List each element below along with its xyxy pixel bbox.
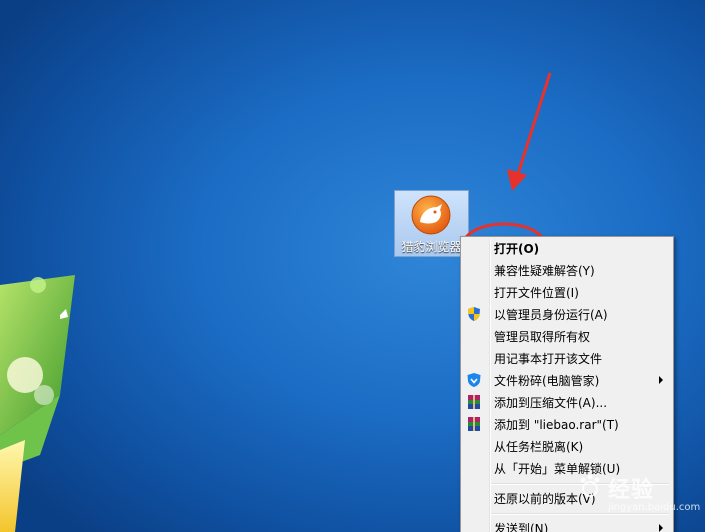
menu-item-unpin-start-menu[interactable]: 从「开始」菜单解锁(U) bbox=[463, 457, 671, 479]
menu-item-label: 用记事本打开该文件 bbox=[494, 352, 603, 366]
menu-divider bbox=[491, 483, 669, 485]
tencent-shield-icon bbox=[467, 373, 481, 387]
menu-item-open[interactable]: 打开(O) bbox=[463, 237, 671, 259]
uac-shield-icon bbox=[468, 307, 480, 321]
submenu-arrow-icon bbox=[659, 376, 663, 384]
desktop-shortcut-liebao[interactable]: 猎豹浏览器 bbox=[394, 190, 469, 257]
red-arrow-annotation bbox=[507, 72, 552, 191]
menu-item-label: 打开(O) bbox=[494, 242, 540, 256]
menu-item-label: 从任务栏脱离(K) bbox=[494, 440, 584, 454]
submenu-arrow-icon bbox=[659, 524, 663, 532]
winrar-icon bbox=[468, 395, 480, 409]
menu-item-open-with-notepad[interactable]: 用记事本打开该文件 bbox=[463, 347, 671, 369]
menu-item-label: 以管理员身份运行(A) bbox=[494, 308, 608, 322]
menu-divider bbox=[491, 513, 669, 515]
liebao-browser-icon bbox=[411, 195, 451, 235]
menu-item-label: 从「开始」菜单解锁(U) bbox=[494, 462, 621, 476]
context-menu: 打开(O) 兼容性疑难解答(Y) 打开文件位置(I) 以管理员身份运行(A) 管… bbox=[460, 236, 674, 532]
wallpaper-swoosh bbox=[0, 275, 75, 532]
menu-item-open-file-location[interactable]: 打开文件位置(I) bbox=[463, 281, 671, 303]
winrar-icon bbox=[468, 417, 480, 431]
menu-item-label: 管理员取得所有权 bbox=[494, 330, 591, 344]
menu-item-send-to[interactable]: 发送到(N) bbox=[463, 517, 671, 532]
menu-item-label: 兼容性疑难解答(Y) bbox=[494, 264, 595, 278]
menu-item-label: 文件粉碎(电脑管家) bbox=[494, 374, 600, 388]
desktop[interactable]: 猎豹浏览器 打开(O) 兼容性疑难解答(Y) 打开文件位置(I) 以管理员身份运… bbox=[0, 0, 705, 532]
menu-item-unpin-taskbar[interactable]: 从任务栏脱离(K) bbox=[463, 435, 671, 457]
menu-item-restore-previous-versions[interactable]: 还原以前的版本(V) bbox=[463, 487, 671, 509]
menu-item-run-as-admin[interactable]: 以管理员身份运行(A) bbox=[463, 303, 671, 325]
menu-item-label: 还原以前的版本(V) bbox=[494, 492, 596, 506]
menu-item-compat-troubleshoot[interactable]: 兼容性疑难解答(Y) bbox=[463, 259, 671, 281]
menu-item-label: 添加到压缩文件(A)... bbox=[494, 396, 608, 410]
menu-item-label: 打开文件位置(I) bbox=[494, 286, 579, 300]
menu-item-label: 发送到(N) bbox=[494, 522, 549, 532]
menu-item-take-ownership[interactable]: 管理员取得所有权 bbox=[463, 325, 671, 347]
menu-item-file-shredder[interactable]: 文件粉碎(电脑管家) bbox=[463, 369, 671, 391]
menu-item-add-to-archive[interactable]: 添加到压缩文件(A)... bbox=[463, 391, 671, 413]
desktop-shortcut-label: 猎豹浏览器 bbox=[401, 240, 462, 254]
menu-item-add-to-liebao-rar[interactable]: 添加到 "liebao.rar"(T) bbox=[463, 413, 671, 435]
menu-item-label: 添加到 "liebao.rar"(T) bbox=[494, 418, 619, 432]
